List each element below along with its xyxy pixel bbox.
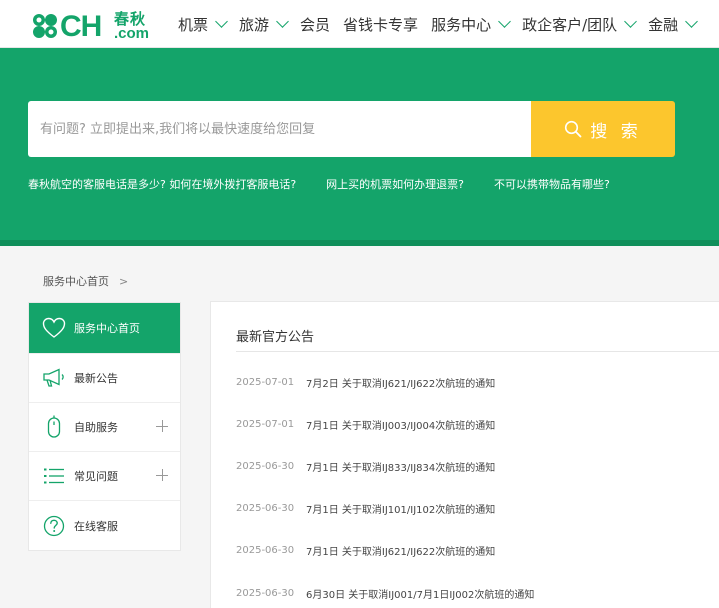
notice-title[interactable]: 7月1日 关于取消IJ833/IJ834次航班的通知 — [306, 459, 495, 474]
sidebar-item-label: 常见问题 — [74, 470, 118, 483]
breadcrumb-separator: > — [119, 274, 129, 288]
sidebar-item-announcements[interactable]: 最新公告 — [29, 354, 180, 403]
search-input[interactable] — [28, 101, 531, 157]
notice-date: 2025-06-30 — [236, 587, 295, 599]
nav-label: 政企客户/团队 — [522, 15, 618, 34]
panel-divider — [236, 351, 719, 352]
nav-item-corporate[interactable]: 政企客户/团队 — [522, 14, 638, 35]
chevron-down-icon — [498, 15, 511, 28]
notice-title[interactable]: 6月30日 关于取消IJ001/7月1日IJ002次航班的通知 — [306, 586, 534, 601]
search-icon — [565, 120, 582, 138]
sidebar-item-label: 在线客服 — [74, 519, 118, 533]
nav-item-service-center[interactable]: 服务中心 — [431, 14, 511, 35]
chevron-down-icon — [685, 15, 699, 28]
sidebar-item-label: 最新公告 — [74, 372, 118, 385]
logo-com-text: .com — [114, 25, 150, 42]
list-icon — [41, 463, 67, 489]
megaphone-icon — [41, 365, 67, 391]
notice-title[interactable]: 7月2日 关于取消IJ621/IJ622次航班的通知 — [306, 375, 495, 390]
quick-link-refund[interactable]: 网上买的机票如何办理退票? — [326, 176, 464, 192]
nav-label: 旅游 — [239, 15, 270, 34]
nav-label: 金融 — [648, 15, 679, 34]
announcements-panel: 最新官方公告 2025-07-01 7月2日 关于取消IJ621/IJ622次航… — [210, 301, 719, 608]
sidebar-item-self-service[interactable]: 自助服务 — [29, 403, 180, 452]
nav-item-flights[interactable]: 机票 — [178, 14, 228, 35]
notice-row[interactable]: 2025-07-01 7月1日 关于取消IJ003/IJ004次航班的通知 — [236, 416, 495, 432]
service-sidebar: 服务中心首页 最新公告 自助服务 常见问题 在线客服 — [28, 302, 181, 551]
sidebar-item-online-support[interactable]: 在线客服 — [29, 501, 180, 550]
chevron-down-icon — [276, 15, 289, 28]
question-icon — [41, 513, 67, 539]
sidebar-item-label: 服务中心首页 — [74, 322, 140, 335]
notice-date: 2025-06-30 — [236, 460, 295, 472]
breadcrumb-home[interactable]: 服务中心首页 — [43, 273, 109, 289]
notice-row[interactable]: 2025-06-30 7月1日 关于取消IJ101/IJ102次航班的通知 — [236, 500, 495, 516]
notice-date: 2025-07-01 — [236, 376, 295, 388]
notice-title[interactable]: 7月1日 关于取消IJ621/IJ622次航班的通知 — [306, 543, 495, 558]
nav-item-savings-card[interactable]: 省钱卡专享 — [343, 14, 418, 35]
quick-link-hotline[interactable]: 春秋航空的客服电话是多少? 如何在境外拨打客服电话? — [28, 176, 296, 192]
nav-label: 机票 — [178, 15, 209, 34]
chevron-down-icon — [624, 15, 638, 28]
quick-link-prohibited-items[interactable]: 不可以携带物品有哪些? — [494, 176, 610, 192]
logo-ch-text: CH — [60, 10, 102, 43]
notice-date: 2025-06-30 — [236, 502, 295, 514]
nav-label: 省钱卡专享 — [343, 15, 419, 34]
expand-plus-icon[interactable] — [156, 469, 168, 481]
notice-title[interactable]: 7月1日 关于取消IJ101/IJ102次航班的通知 — [306, 501, 495, 516]
search-button-label: 搜 索 — [590, 121, 642, 142]
main-nav: 机票 旅游 会员 省钱卡专享 服务中心 政企客户/团队 金融 — [178, 0, 709, 48]
quick-question-links: 春秋航空的客服电话是多少? 如何在境外拨打客服电话? 网上买的机票如何办理退票?… — [28, 176, 640, 192]
notice-row[interactable]: 2025-06-30 6月30日 关于取消IJ001/7月1日IJ002次航班的… — [236, 585, 534, 601]
notice-date: 2025-07-01 — [236, 418, 295, 430]
nav-label: 会员 — [300, 15, 331, 34]
top-navigation-bar: CH 春秋 .com 机票 旅游 会员 省钱卡专享 服务中心 政企客户/团队 金… — [0, 0, 719, 48]
search-button[interactable]: 搜 索 — [531, 101, 675, 157]
nav-label: 服务中心 — [431, 15, 492, 34]
spring-airlines-logo[interactable]: CH 春秋 .com — [30, 8, 158, 43]
panel-title: 最新官方公告 — [236, 330, 315, 345]
breadcrumb: 服务中心首页 > — [43, 273, 128, 289]
mouse-icon — [41, 414, 67, 440]
nav-item-finance[interactable]: 金融 — [648, 14, 699, 35]
nav-item-travel[interactable]: 旅游 — [239, 14, 289, 35]
notice-row[interactable]: 2025-07-01 7月2日 关于取消IJ621/IJ622次航班的通知 — [236, 374, 495, 390]
nav-item-member[interactable]: 会员 — [300, 14, 330, 35]
logo-swirl-icon — [33, 14, 57, 38]
sidebar-item-label: 自助服务 — [74, 421, 118, 434]
notice-title[interactable]: 7月1日 关于取消IJ003/IJ004次航班的通知 — [306, 417, 495, 432]
chevron-down-icon — [215, 15, 228, 28]
notice-row[interactable]: 2025-06-30 7月1日 关于取消IJ621/IJ622次航班的通知 — [236, 542, 495, 558]
sidebar-item-service-home[interactable]: 服务中心首页 — [29, 303, 180, 354]
expand-plus-icon[interactable] — [156, 420, 168, 432]
notice-row[interactable]: 2025-06-30 7月1日 关于取消IJ833/IJ834次航班的通知 — [236, 458, 495, 474]
hero-search-banner: 搜 索 春秋航空的客服电话是多少? 如何在境外拨打客服电话? 网上买的机票如何办… — [0, 48, 719, 246]
sidebar-item-faq[interactable]: 常见问题 — [29, 452, 180, 501]
notice-date: 2025-06-30 — [236, 544, 295, 556]
heart-icon — [41, 315, 67, 341]
